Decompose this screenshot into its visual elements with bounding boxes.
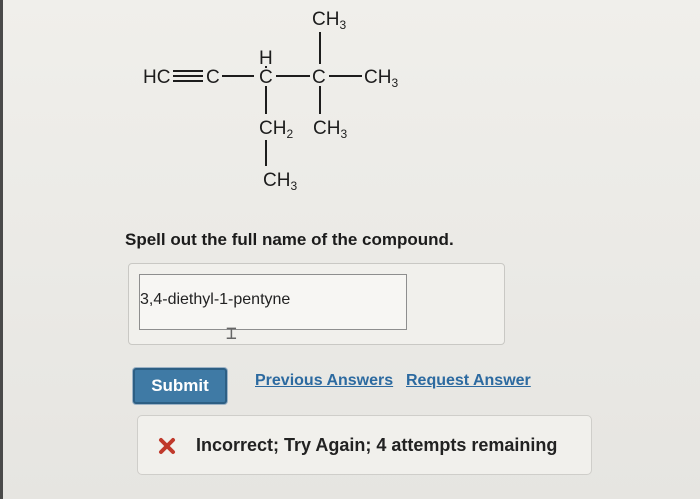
answer-panel: 3,4-diethyl-1-pentyne ⌶ <box>128 263 505 345</box>
compound-structure: CH3 HC C H C C CH3 CH2 CH3 CH3 <box>0 0 700 220</box>
question-prompt: Spell out the full name of the compound. <box>125 230 454 249</box>
ch3-bottom-label: CH3 <box>263 170 297 193</box>
incorrect-x-icon <box>159 438 175 454</box>
submit-button[interactable]: Submit <box>133 368 227 404</box>
c3-label: C <box>259 67 273 88</box>
c-alkyne-label: C <box>206 67 220 88</box>
h-label: H <box>259 48 273 69</box>
answer-input[interactable]: 3,4-diethyl-1-pentyne <box>139 274 407 330</box>
feedback-panel: Incorrect; Try Again; 4 attempts remaini… <box>137 415 592 475</box>
structure-diagram: CH3 HC C H C C CH3 CH2 CH3 CH3 <box>143 9 398 193</box>
text-cursor-icon: ⌶ <box>226 323 237 344</box>
c4-label: C <box>312 67 326 88</box>
ch3-right-label: CH3 <box>364 67 398 90</box>
ch3-under-c4-label: CH3 <box>313 118 347 141</box>
ch3-top-label: CH3 <box>312 9 346 32</box>
ch2-label: CH2 <box>259 118 293 141</box>
request-answer-link[interactable]: Request Answer <box>406 372 531 390</box>
previous-answers-link[interactable]: Previous Answers <box>255 372 393 390</box>
feedback-message: Incorrect; Try Again; 4 attempts remaini… <box>196 435 558 455</box>
hc-label: HC <box>143 67 170 88</box>
